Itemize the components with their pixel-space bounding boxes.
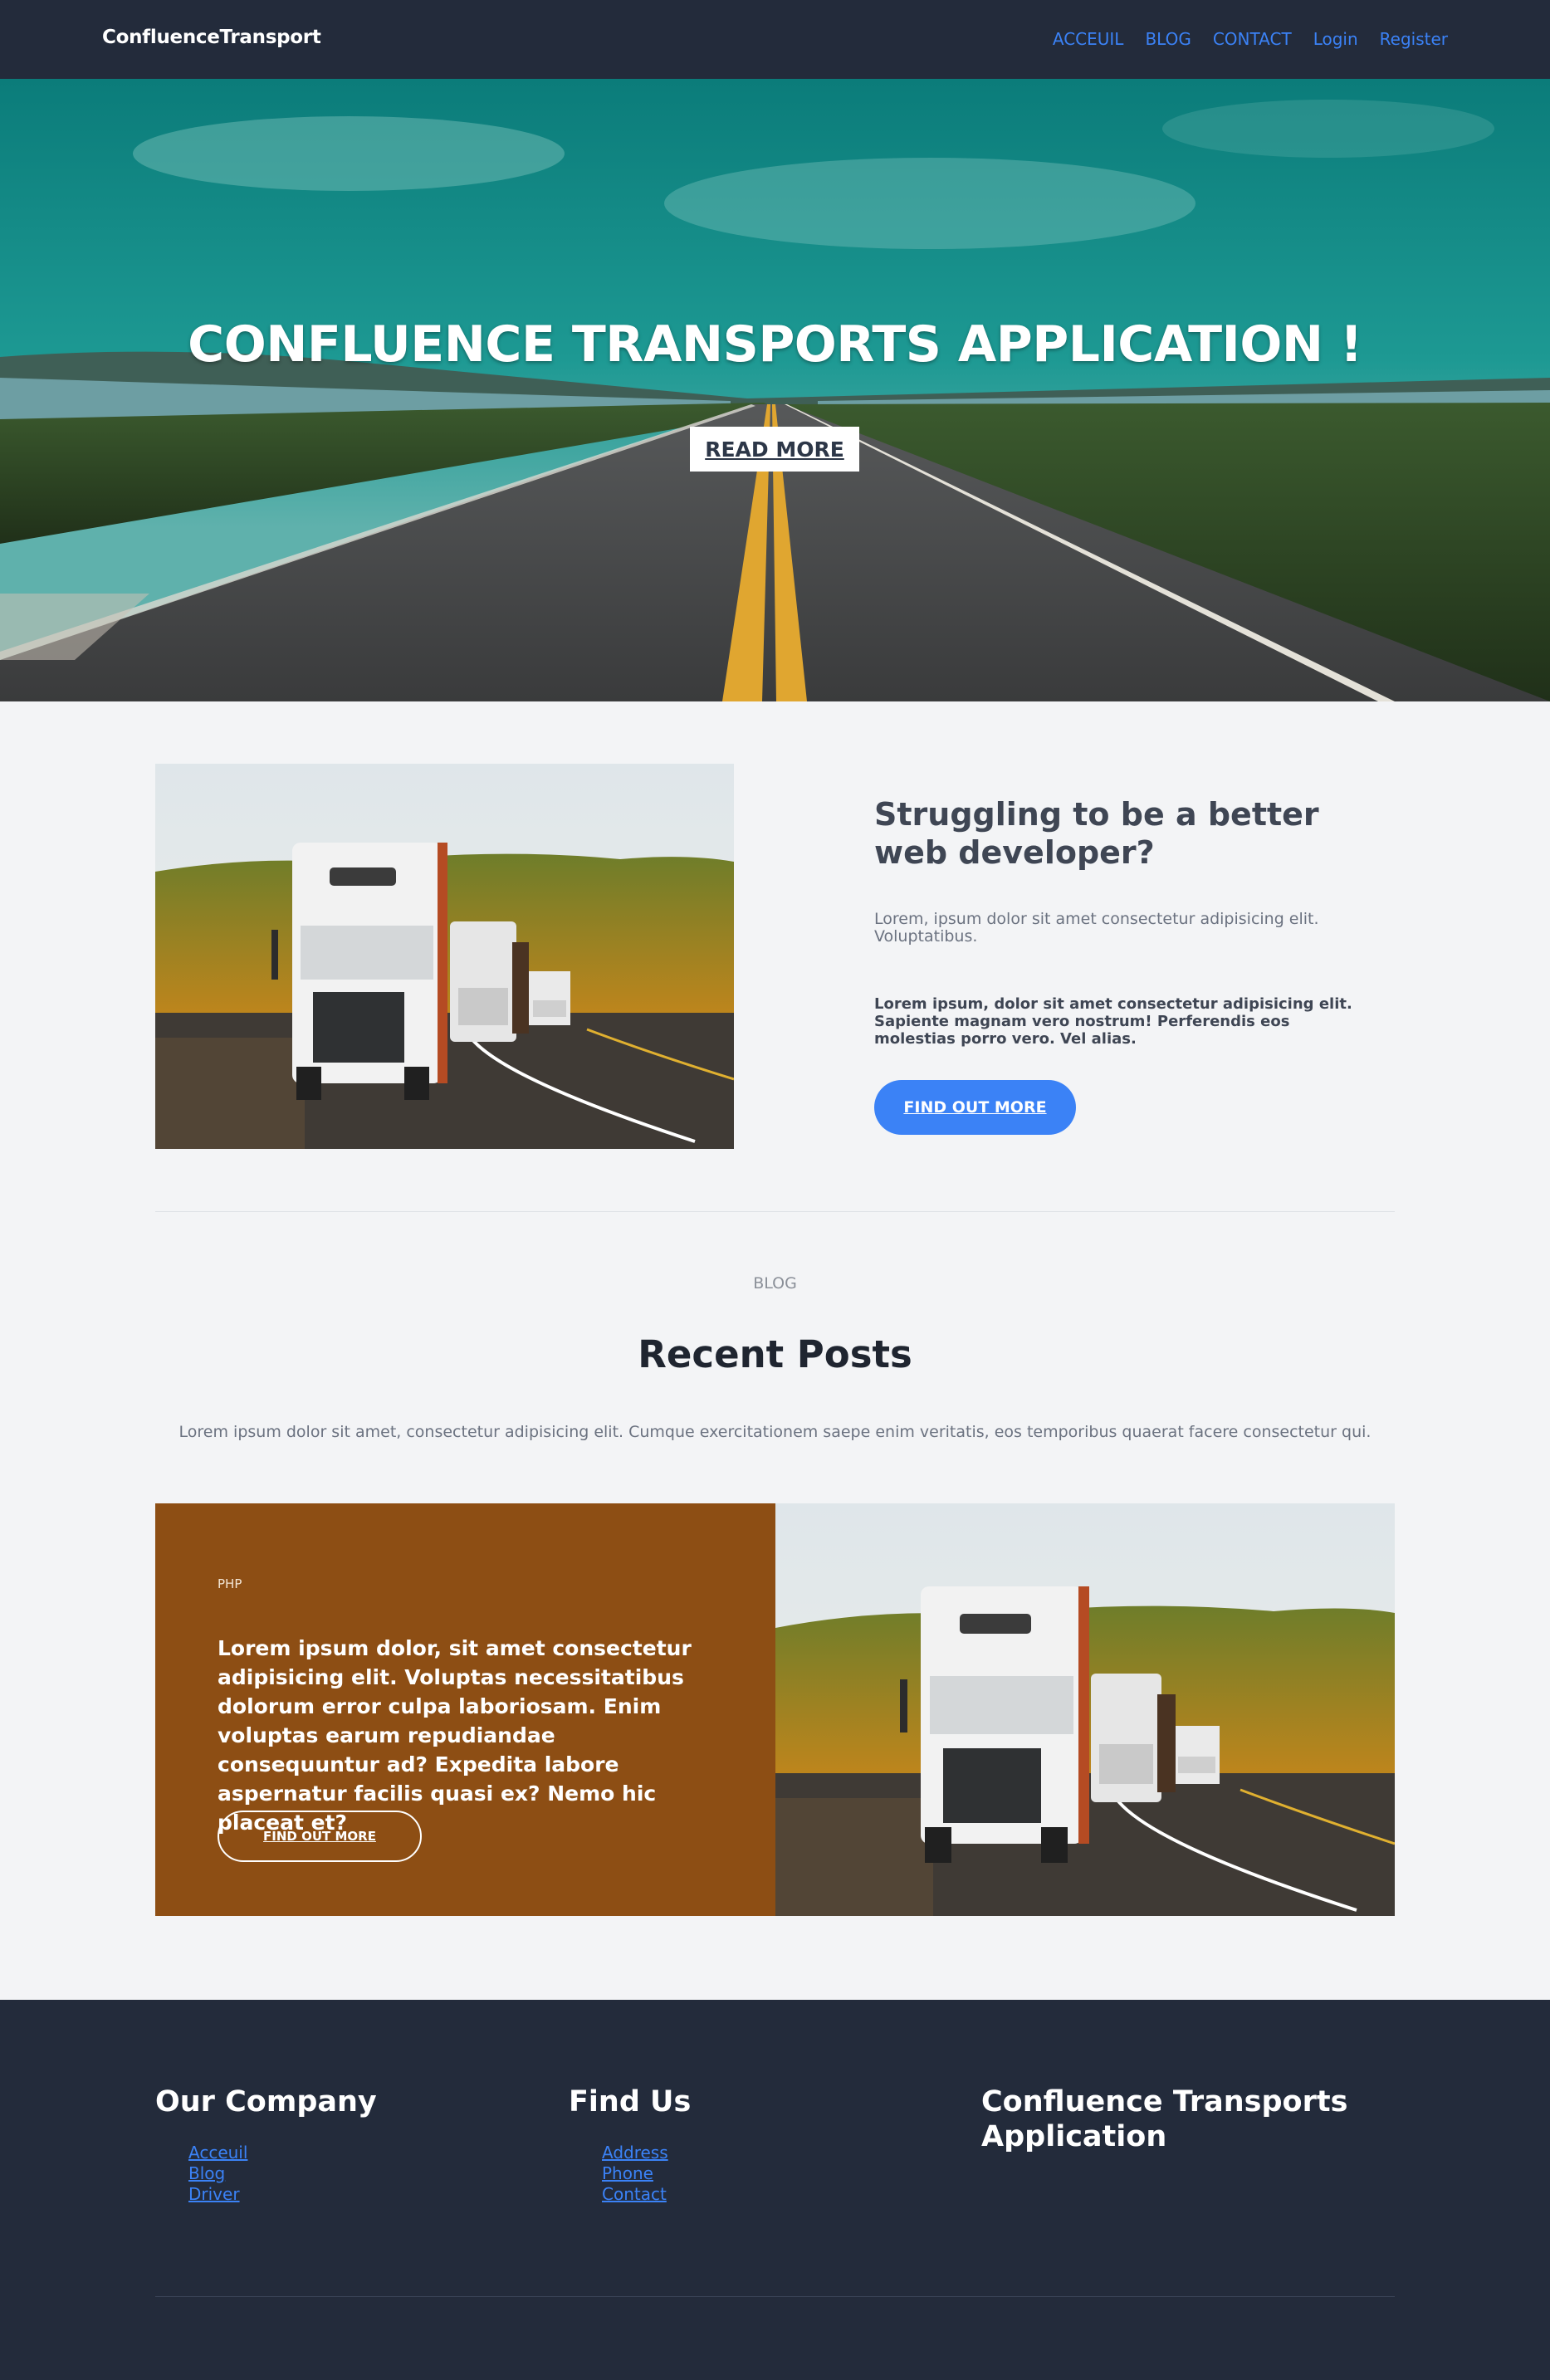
footer-col-find-us: Find Us Address Phone Contact xyxy=(569,2084,917,2205)
footer-link-list: Acceuil Blog Driver xyxy=(188,2143,504,2205)
nav-links: ACCEUIL BLOG CONTACT Login Register xyxy=(1053,29,1448,49)
footer-heading: Find Us xyxy=(569,2085,692,2119)
nav-link-blog[interactable]: BLOG xyxy=(1145,29,1191,49)
footer-link-blog[interactable]: Blog xyxy=(188,2163,225,2183)
trucks-image xyxy=(155,764,734,1149)
footer: Our Company Acceuil Blog Driver Find Us … xyxy=(0,2000,1550,2380)
footer-heading: Our Company xyxy=(155,2085,377,2119)
blog-description: Lorem ipsum dolor sit amet, consectetur … xyxy=(178,1423,1372,1441)
post-card: PHP Lorem ipsum dolor, sit amet consecte… xyxy=(155,1503,1395,1916)
footer-link-acceuil[interactable]: Acceuil xyxy=(188,2143,247,2163)
post-title: Lorem ipsum dolor, sit amet consectetur … xyxy=(218,1636,692,1835)
feature-title: Struggling to be a better web developer? xyxy=(874,796,1319,871)
nav-link-register[interactable]: Register xyxy=(1380,29,1448,49)
read-more-button[interactable]: READ MORE xyxy=(690,427,859,472)
footer-link-phone[interactable]: Phone xyxy=(602,2163,653,2183)
hero-road-image xyxy=(0,79,1550,701)
post-find-out-more-button[interactable]: FIND OUT MORE xyxy=(218,1811,422,1862)
nav-link-login[interactable]: Login xyxy=(1313,29,1358,49)
post-trucks-image xyxy=(775,1503,1395,1916)
section-divider xyxy=(155,1211,1395,1212)
hero-title: CONFLUENCE TRANSPORTS APPLICATION ! xyxy=(188,315,1362,374)
post-card-content: PHP Lorem ipsum dolor, sit amet consecte… xyxy=(155,1503,775,1916)
nav-link-acceuil[interactable]: ACCEUIL xyxy=(1053,29,1124,49)
find-out-more-button[interactable]: FIND OUT MORE xyxy=(874,1080,1076,1135)
footer-col-company: Our Company Acceuil Blog Driver xyxy=(155,2084,504,2205)
post-tag: PHP xyxy=(218,1576,242,1591)
footer-link-address[interactable]: Address xyxy=(602,2143,668,2163)
footer-heading: Confluence Transports Application xyxy=(981,2085,1348,2153)
footer-col-app: Confluence Transports Application xyxy=(981,2084,1380,2154)
navbar: ConfluenceTransport ACCEUIL BLOG CONTACT… xyxy=(0,0,1550,79)
blog-eyebrow: BLOG xyxy=(753,1274,797,1293)
footer-divider xyxy=(155,2296,1395,2297)
blog-title: Recent Posts xyxy=(638,1332,912,1376)
nav-link-contact[interactable]: CONTACT xyxy=(1213,29,1292,49)
hero-section: CONFLUENCE TRANSPORTS APPLICATION ! READ… xyxy=(0,79,1550,701)
feature-text: Lorem, ipsum dolor sit amet consectetur … xyxy=(874,910,1319,946)
feature-bold-text: Lorem ipsum, dolor sit amet consectetur … xyxy=(874,995,1352,1048)
footer-link-contact[interactable]: Contact xyxy=(602,2184,667,2204)
footer-link-list: Address Phone Contact xyxy=(602,2143,917,2205)
footer-link-driver[interactable]: Driver xyxy=(188,2184,240,2204)
brand-logo-link[interactable]: ConfluenceTransport xyxy=(102,27,321,48)
